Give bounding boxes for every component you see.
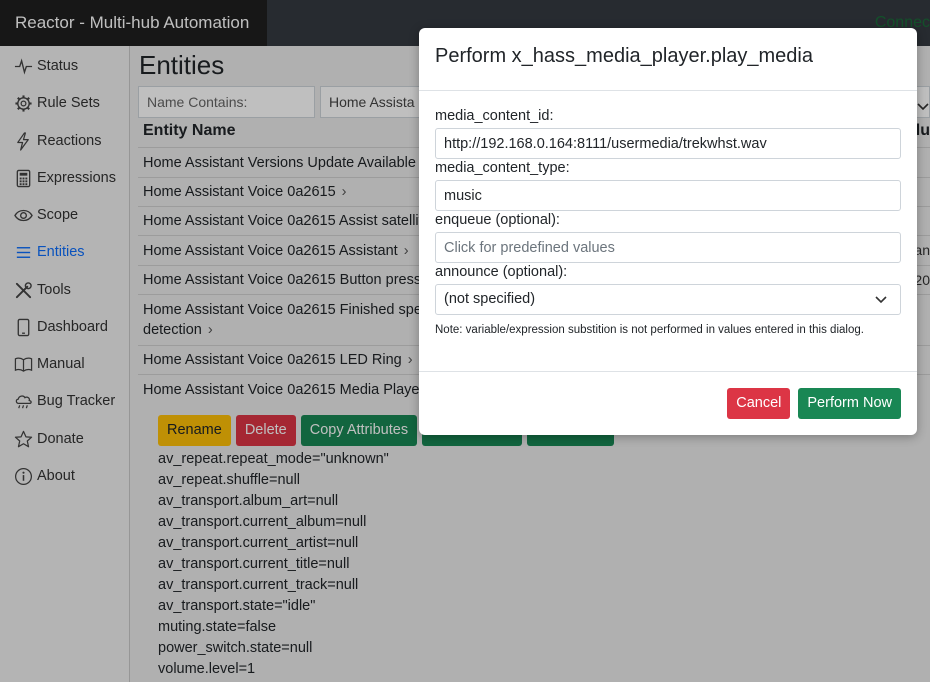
media-content-type-label: media_content_type:: [435, 160, 570, 176]
modal-footer: Cancel Perform Now: [419, 371, 917, 435]
enqueue-input[interactable]: [435, 232, 901, 263]
modal-title: Perform x_hass_media_player.play_media: [435, 45, 813, 67]
announce-select[interactable]: (not specified): [435, 284, 901, 315]
perform-action-dialog: Perform x_hass_media_player.play_media m…: [419, 28, 917, 435]
cancel-button[interactable]: Cancel: [727, 388, 791, 419]
announce-selected-value: (not specified): [444, 291, 536, 307]
perform-now-button[interactable]: Perform Now: [798, 388, 901, 419]
chevron-down-icon: [875, 296, 887, 304]
announce-label: announce (optional):: [435, 264, 568, 280]
media-content-id-input[interactable]: [435, 128, 901, 159]
modal-header: Perform x_hass_media_player.play_media: [419, 28, 917, 91]
media-content-type-input[interactable]: [435, 180, 901, 211]
substitution-note: Note: variable/expression substition is …: [435, 324, 864, 336]
media-content-id-label: media_content_id:: [435, 108, 554, 124]
enqueue-label: enqueue (optional):: [435, 212, 560, 228]
